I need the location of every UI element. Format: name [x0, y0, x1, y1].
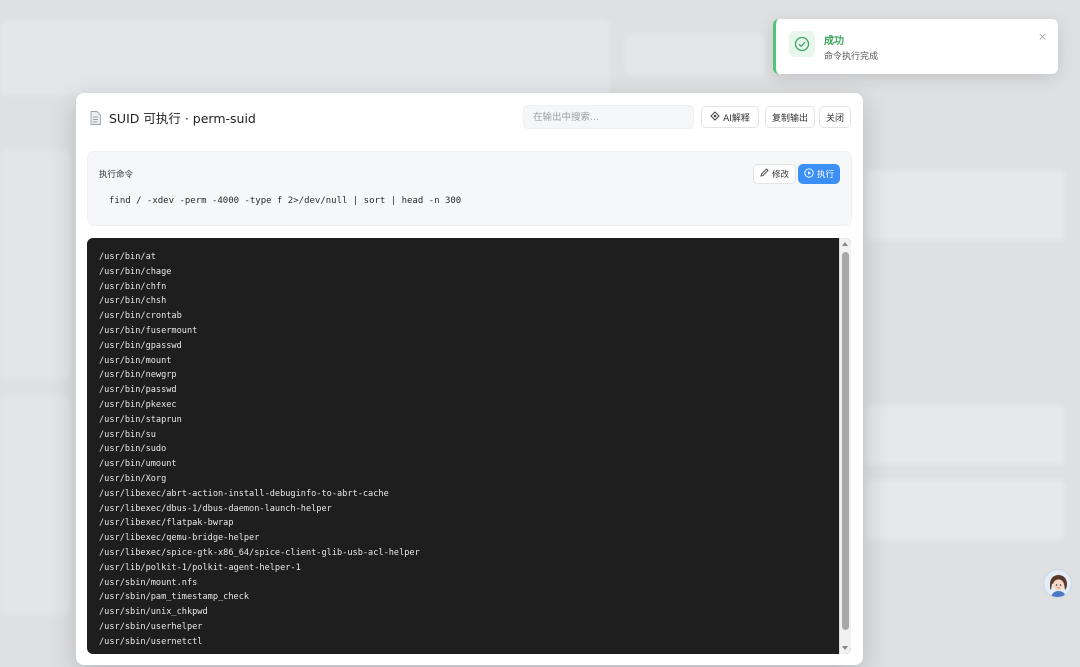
- output-line: /usr/libexec/dbus-1/dbus-daemon-launch-h…: [99, 503, 332, 514]
- success-toast: 成功 命令执行完成 ×: [773, 19, 1058, 74]
- command-text: find / -xdev -perm -4000 -type f 2>/dev/…: [109, 196, 462, 206]
- ai-explain-label: AI解释: [723, 113, 750, 124]
- output-line: /usr/lib/polkit-1/polkit-agent-helper-1: [99, 562, 301, 573]
- close-label: 关闭: [825, 113, 844, 124]
- output-terminal[interactable]: /usr/bin/at/usr/bin/chage/usr/bin/chfn/u…: [87, 238, 851, 654]
- output-line: /usr/bin/sudo: [99, 444, 167, 455]
- output-line: /usr/libexec/qemu-bridge-helper: [99, 533, 260, 544]
- output-line: /usr/bin/fusermount: [99, 325, 198, 336]
- command-label: 执行命令: [99, 170, 134, 180]
- close-button[interactable]: 关闭: [819, 106, 851, 128]
- output-search-input[interactable]: [523, 105, 694, 129]
- scroll-thumb[interactable]: [842, 252, 849, 630]
- command-panel: 执行命令 修改 执行 find / -xdev -perm -4000 -typ…: [87, 151, 852, 226]
- output-line: /usr/bin/umount: [99, 459, 177, 470]
- output-line: /usr/sbin/unix_chkpwd: [99, 607, 208, 618]
- output-line: /usr/sbin/mount.nfs: [99, 577, 198, 588]
- run-command-button[interactable]: 执行: [798, 164, 840, 184]
- scroll-up-arrow-icon[interactable]: [842, 242, 848, 246]
- output-line: /usr/sbin/userhelper: [99, 621, 203, 632]
- output-line: /usr/bin/Xorg: [99, 473, 167, 484]
- assistant-avatar[interactable]: [1043, 569, 1072, 598]
- ai-icon: [710, 110, 720, 124]
- output-line: /usr/bin/gpasswd: [99, 340, 182, 351]
- toast-message: 命令执行完成: [824, 52, 879, 62]
- output-lines: /usr/bin/at/usr/bin/chage/usr/bin/chfn/u…: [99, 250, 420, 650]
- output-line: /usr/bin/pkexec: [99, 399, 177, 410]
- output-line: /usr/libexec/spice-gtk-x86_64/spice-clie…: [99, 547, 420, 558]
- output-line: /usr/bin/at: [99, 252, 156, 262]
- output-line: /usr/libexec/flatpak-bwrap: [99, 518, 234, 529]
- output-line: /usr/bin/chfn: [99, 281, 167, 292]
- dialog-header: SUID 可执行 · perm-suid AI解释 复制输出 关闭: [76, 93, 863, 141]
- dialog-title: SUID 可执行 · perm-suid: [109, 111, 256, 126]
- copy-output-label: 复制输出: [771, 113, 808, 124]
- edit-label: 修改: [771, 170, 789, 180]
- run-label: 执行: [816, 170, 834, 180]
- output-line: /usr/bin/crontab: [99, 311, 182, 322]
- close-icon[interactable]: ×: [1038, 30, 1047, 43]
- output-line: /usr/bin/chsh: [99, 296, 167, 307]
- output-line: /usr/sbin/pam_timestamp_check: [99, 592, 250, 603]
- output-line: /usr/bin/su: [99, 429, 156, 440]
- ai-explain-button[interactable]: AI解释: [701, 106, 759, 128]
- output-line: /usr/bin/passwd: [99, 385, 177, 396]
- output-scrollbar[interactable]: [839, 238, 851, 654]
- output-line: /usr/bin/staprun: [99, 414, 182, 425]
- command-output-dialog: SUID 可执行 · perm-suid AI解释 复制输出 关闭 执行命令: [76, 93, 863, 665]
- pencil-icon: [760, 168, 769, 180]
- scroll-down-arrow-icon[interactable]: [842, 646, 848, 650]
- copy-output-button[interactable]: 复制输出: [765, 106, 815, 128]
- output-line: /usr/sbin/usernetctl: [99, 636, 203, 647]
- output-line: /usr/libexec/abrt-action-install-debugin…: [99, 488, 389, 499]
- output-line: /usr/bin/newgrp: [99, 370, 177, 381]
- toast-title: 成功: [824, 36, 844, 47]
- check-circle-icon: [789, 31, 815, 57]
- output-line: /usr/bin/mount: [99, 355, 172, 366]
- edit-command-button[interactable]: 修改: [753, 164, 796, 184]
- document-icon: [90, 110, 101, 125]
- play-icon: [804, 167, 814, 181]
- output-line: /usr/bin/chage: [99, 266, 172, 277]
